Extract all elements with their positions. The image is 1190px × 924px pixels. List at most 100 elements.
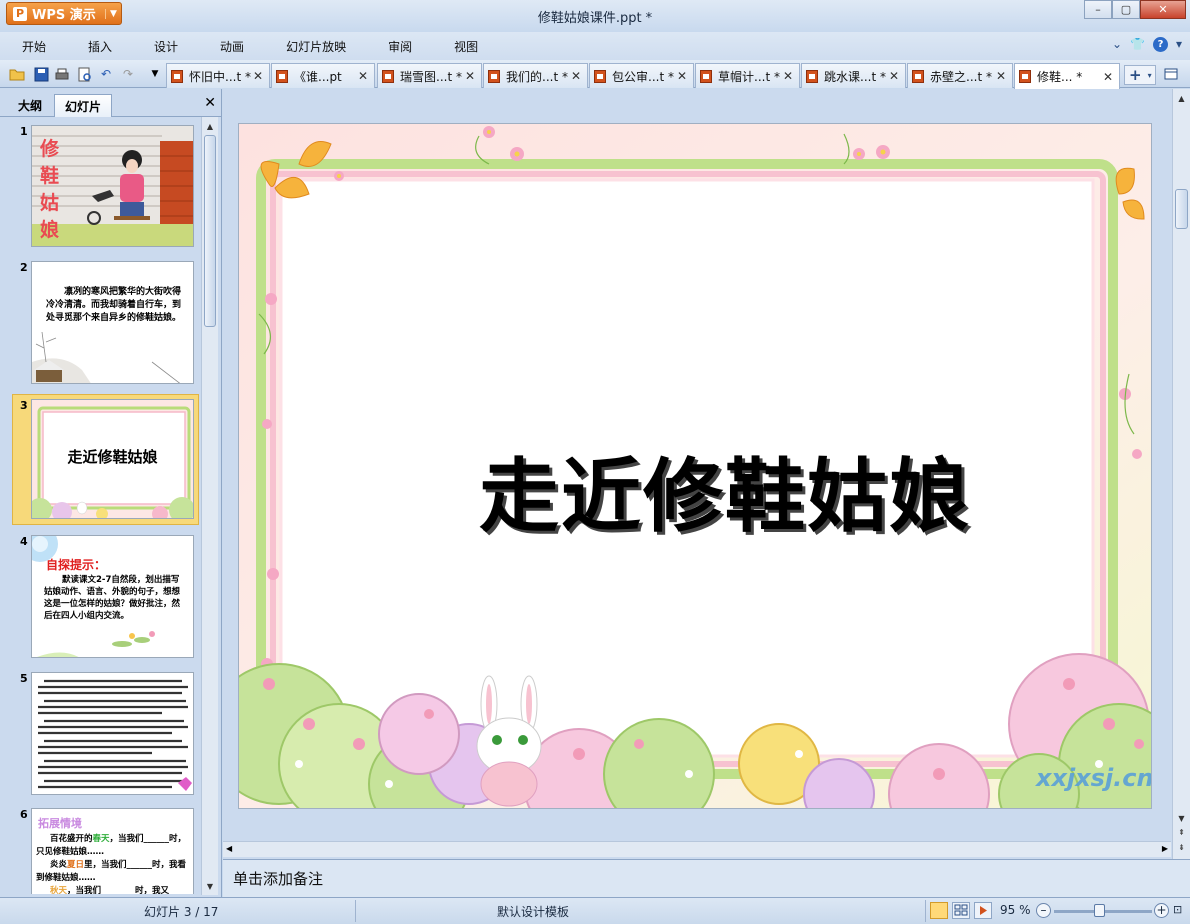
ppt-file-icon: [806, 69, 818, 83]
tab-doc-5[interactable]: 包公审...t * ✕: [589, 63, 694, 88]
current-slide-canvas[interactable]: 走近修鞋姑娘 xxjxsj.cn: [238, 123, 1152, 809]
tab-label: 跳水课...t *: [824, 69, 886, 84]
tab-doc-1[interactable]: 怀旧中...t * ✕: [166, 63, 270, 88]
minimize-button[interactable]: –: [1084, 0, 1112, 19]
tab-outline[interactable]: 大纲: [8, 94, 52, 117]
tab-label: 赤壁之...t *: [930, 69, 992, 84]
help-dropdown-icon[interactable]: ▾: [1176, 37, 1182, 52]
slide-thumbnail-3[interactable]: 走近修鞋姑娘: [31, 399, 194, 519]
next-slide-icon[interactable]: ⇟: [1173, 840, 1190, 855]
scroll-down-icon[interactable]: ▼: [202, 878, 218, 894]
close-tab-icon[interactable]: ✕: [996, 69, 1006, 83]
tab-doc-7[interactable]: 跳水课...t * ✕: [801, 63, 906, 88]
menu-view[interactable]: 视图: [433, 38, 499, 55]
tab-label: 怀旧中...t *: [189, 69, 251, 84]
maximize-button[interactable]: ▢: [1112, 0, 1140, 19]
slide-6-line-2: 炎炎夏日里，当我们______时，我看到修鞋姑娘……: [36, 859, 190, 885]
notes-pane[interactable]: 单击添加备注: [223, 859, 1190, 897]
tab-doc-6[interactable]: 草帽计...t * ✕: [695, 63, 800, 88]
fit-window-icon[interactable]: ⊡: [1173, 903, 1182, 916]
close-tab-icon[interactable]: ✕: [253, 69, 263, 83]
slide-number: 5: [20, 672, 28, 685]
window-controls: – ▢ ✕: [1084, 0, 1186, 19]
close-tab-icon[interactable]: ✕: [465, 69, 475, 83]
open-folder-icon[interactable]: [8, 65, 26, 83]
close-tab-icon[interactable]: ✕: [1103, 70, 1113, 84]
normal-view-icon[interactable]: [930, 902, 948, 919]
save-icon[interactable]: [32, 65, 50, 83]
help-icon[interactable]: ?: [1152, 37, 1168, 52]
scroll-right-icon[interactable]: ▶: [1162, 844, 1168, 853]
slide-sorter-view-icon[interactable]: [952, 902, 970, 919]
tab-label: 修鞋... *: [1037, 70, 1083, 84]
tab-slides[interactable]: 幻灯片: [54, 94, 112, 117]
scrollbar-thumb[interactable]: [204, 135, 216, 327]
scrollbar-thumb[interactable]: [1175, 189, 1188, 229]
redo-icon[interactable]: ↷: [119, 65, 137, 83]
slide-6-heading: 拓展情境: [38, 817, 82, 830]
menu-slideshow[interactable]: 幻灯片放映: [265, 38, 367, 55]
tab-doc-active[interactable]: 修鞋... * ✕: [1014, 63, 1120, 89]
notes-placeholder: 单击添加备注: [233, 870, 324, 888]
scroll-down-icon[interactable]: ▼: [1173, 811, 1190, 826]
scroll-up-icon[interactable]: ▲: [1173, 91, 1190, 106]
slide-6-line-1-pre: 百花盛开的: [50, 834, 93, 844]
menu-home[interactable]: 开始: [0, 38, 67, 55]
tab-list-icon[interactable]: [1162, 65, 1180, 83]
tab-label: 草帽计...t *: [718, 69, 780, 84]
zoom-out-button[interactable]: –: [1036, 903, 1051, 918]
tab-doc-4[interactable]: 我们的...t * ✕: [483, 63, 588, 88]
slide-6-line-3: 秋天，当我们________时，我又: [36, 885, 190, 894]
close-tab-icon[interactable]: ✕: [783, 69, 793, 83]
document-tab-bar: ↶ ↷ ▼ 怀旧中...t * ✕ 《谁...pt ✕ 瑞雪图...t * ✕ …: [0, 60, 1190, 89]
close-tab-icon[interactable]: ✕: [358, 69, 368, 83]
slide-thumbnail-1[interactable]: 修鞋姑娘: [31, 125, 194, 247]
ppt-file-icon: [488, 69, 500, 83]
skin-icon[interactable]: 👕: [1130, 37, 1145, 52]
collapse-ribbon-icon[interactable]: ⌄: [1112, 37, 1122, 52]
customize-toolbar-icon[interactable]: ▼: [146, 65, 164, 83]
tab-doc-3[interactable]: 瑞雪图...t * ✕: [377, 63, 482, 88]
zoom-in-button[interactable]: +: [1154, 903, 1169, 918]
slide-number: 3: [20, 399, 28, 412]
close-tab-icon[interactable]: ✕: [677, 69, 687, 83]
undo-icon[interactable]: ↶: [97, 65, 115, 83]
tab-doc-2[interactable]: 《谁...pt ✕: [271, 63, 375, 88]
template-name[interactable]: 默认设计模板: [497, 903, 569, 920]
close-button[interactable]: ✕: [1140, 0, 1186, 19]
zoom-slider-knob[interactable]: [1094, 904, 1105, 917]
status-bar: 幻灯片 3 / 17 默认设计模板 95 % – + ⊡: [0, 897, 1190, 924]
slide-thumbnail-4[interactable]: 自探提示： 默读课文2-7自然段，划出描写姑娘动作、语言、外貌的句子，想想这是一…: [31, 535, 194, 658]
menu-review[interactable]: 审阅: [367, 38, 433, 55]
print-icon[interactable]: [53, 65, 71, 83]
scroll-left-icon[interactable]: ◀: [226, 844, 232, 853]
previous-slide-icon[interactable]: ⇞: [1173, 825, 1190, 840]
tab-doc-8[interactable]: 赤壁之...t * ✕: [907, 63, 1013, 88]
print-preview-icon[interactable]: [75, 65, 93, 83]
slideshow-view-icon[interactable]: [974, 902, 992, 919]
zoom-level: 95 %: [1000, 903, 1031, 917]
menu-design[interactable]: 设计: [133, 38, 199, 55]
scroll-up-icon[interactable]: ▲: [202, 118, 218, 134]
close-tab-icon[interactable]: ✕: [571, 69, 581, 83]
slide-thumbnail-5[interactable]: [31, 672, 194, 795]
slide-thumbnail-2[interactable]: 凛冽的寒风把繁华的大街吹得冷冷清清。而我却骑着自行车，到处寻觅那个来自异乡的修鞋…: [31, 261, 194, 384]
slide-1-title: 修鞋姑娘: [40, 138, 60, 241]
slide-watermark: xxjxsj.cn: [1036, 764, 1152, 792]
slide-panel-scrollbar[interactable]: ▲ ▼: [201, 117, 218, 895]
tab-label: 《谁...pt: [294, 69, 342, 84]
close-panel-icon[interactable]: ✕: [204, 95, 216, 111]
slide-title-text[interactable]: 走近修鞋姑娘: [239, 432, 1151, 548]
slide-thumbnail-6[interactable]: 拓展情境 百花盛开的春天，当我们______时，只见修鞋姑娘…… 炎炎夏日里，当…: [31, 808, 194, 894]
slide-2-text: 凛冽的寒风把繁华的大街吹得冷冷清清。而我却骑着自行车，到处寻觅那个来自异乡的修鞋…: [46, 287, 182, 323]
panel-tabs: 大纲 幻灯片 ✕: [0, 89, 222, 117]
document-title: 修鞋姑娘课件.ppt *: [537, 11, 653, 26]
slide-vertical-scrollbar[interactable]: ▲ ▼ ⇞ ⇟: [1172, 89, 1190, 859]
menu-animation[interactable]: 动画: [199, 38, 265, 55]
slide-horizontal-scrollbar[interactable]: ◀ ▶: [223, 841, 1171, 857]
menu-insert[interactable]: 插入: [67, 38, 133, 55]
slide-thumbnails: 1 修鞋姑娘 2 凛冽的寒风把繁华的大街吹得冷冷清清。而我却骑着自行车，到处寻觅…: [0, 119, 200, 894]
new-tab-button[interactable]: + ▾: [1124, 65, 1156, 85]
ppt-file-icon: [171, 69, 183, 83]
close-tab-icon[interactable]: ✕: [889, 69, 899, 83]
